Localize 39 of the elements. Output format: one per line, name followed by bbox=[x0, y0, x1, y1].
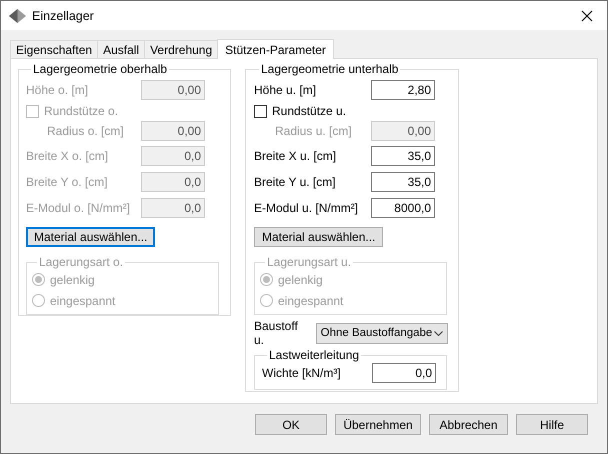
tab[interactable]: Eigenschaften bbox=[10, 40, 98, 58]
material-button[interactable]: Material auswählen... bbox=[254, 227, 384, 247]
field-label: Breite Y o. [cm] bbox=[26, 175, 108, 189]
field-label: Breite X o. [cm] bbox=[26, 149, 108, 163]
field-label: Radius u. [cm] bbox=[275, 124, 352, 138]
field-label: Höhe o. [m] bbox=[26, 83, 88, 97]
field-label: Breite Y u. [cm] bbox=[254, 175, 336, 189]
window-title: Einzellager bbox=[32, 8, 95, 22]
field-label: E-Modul u. [N/mm²] bbox=[254, 201, 358, 215]
material-dropdown[interactable]: Ohne Baustoffangabe bbox=[316, 322, 448, 344]
dialog-button[interactable]: Hilfe bbox=[516, 414, 588, 435]
number-field[interactable]: 2,80 bbox=[371, 80, 435, 100]
field-label: Breite X u. [cm] bbox=[254, 149, 336, 163]
dialog-button[interactable]: OK bbox=[255, 414, 327, 435]
tab[interactable]: Verdrehung bbox=[144, 40, 218, 58]
number-field[interactable]: 8000,0 bbox=[371, 198, 435, 218]
number-field[interactable]: 0,0 bbox=[372, 362, 436, 382]
group-title: Lagerungsart o. bbox=[38, 255, 124, 269]
number-field[interactable]: 35,0 bbox=[371, 146, 435, 166]
radio-label: gelenkig bbox=[50, 272, 95, 286]
field-label: Radius o. [cm] bbox=[47, 124, 124, 138]
group-title: Lastweiterleitung bbox=[268, 348, 360, 362]
group-title: Lagergeometrie unterhalb bbox=[260, 62, 400, 76]
group-title: Lagerungsart u. bbox=[266, 255, 352, 269]
radio-label: gelenkig bbox=[278, 272, 323, 286]
material-button[interactable]: Material auswählen... bbox=[26, 227, 156, 247]
tab[interactable]: Stützen-Parameter bbox=[217, 39, 334, 59]
checkbox-label: Rundstütze u. bbox=[272, 104, 346, 118]
number-field[interactable]: 35,0 bbox=[371, 172, 435, 192]
dialog-button[interactable]: Übernehmen bbox=[335, 414, 421, 435]
checkbox-label: Rundstütze o. bbox=[44, 104, 118, 118]
dialog-button[interactable]: Abbrechen bbox=[429, 414, 508, 435]
field-label: Höhe u. [m] bbox=[254, 83, 316, 97]
field-label: Wichte [kN/m³] bbox=[262, 366, 341, 380]
field-label: Baustoff u. bbox=[254, 319, 299, 347]
radio-label: eingespannt bbox=[50, 294, 116, 308]
radio-label: eingespannt bbox=[278, 294, 344, 308]
field-label: E-Modul o. [N/mm²] bbox=[26, 201, 130, 215]
group-title: Lagergeometrie oberhalb bbox=[32, 62, 168, 76]
